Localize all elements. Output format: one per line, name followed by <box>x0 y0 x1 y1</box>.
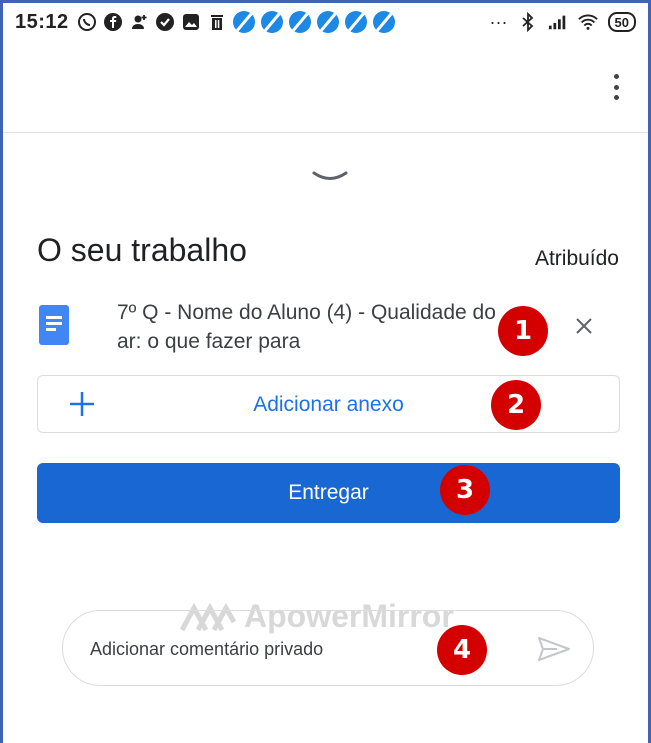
comment-placeholder: Adicionar comentário privado <box>90 639 324 659</box>
app-bar <box>3 41 648 133</box>
check-circle-icon <box>155 12 175 32</box>
annotation-badge-2: 2 <box>491 380 541 430</box>
assignment-status: Atribuído <box>534 247 619 270</box>
annotation-badge-1: 1 <box>498 306 548 356</box>
app-notification-icon <box>344 11 367 33</box>
app-notification-icon <box>372 11 395 33</box>
app-notification-icon <box>260 11 283 33</box>
more-vert-icon[interactable] <box>606 71 626 103</box>
status-time: 15:12 <box>15 10 69 33</box>
add-person-icon <box>129 12 149 32</box>
status-bar: 15:12 ··· 50 <box>3 3 648 41</box>
app-notification-icon <box>232 11 255 33</box>
whatsapp-icon <box>77 12 97 32</box>
annotation-badge-3: 3 <box>440 465 490 515</box>
annotation-badge-4: 4 <box>437 625 487 675</box>
photo-icon <box>181 12 201 32</box>
send-icon[interactable] <box>537 635 571 663</box>
collapse-chevron-icon[interactable] <box>312 170 348 184</box>
battery-indicator: 50 <box>607 12 636 32</box>
status-right: ··· 50 <box>490 12 636 33</box>
attachment-name[interactable]: 7º Q - Nome do Aluno (4) - Qualidade do … <box>117 298 497 362</box>
bluetooth-icon <box>518 12 538 32</box>
notification-icons <box>77 11 395 33</box>
private-comment-field[interactable]: Adicionar comentário privado <box>62 610 594 686</box>
remove-attachment-button[interactable] <box>572 314 596 338</box>
trash-icon <box>207 12 227 32</box>
facebook-icon <box>103 12 123 32</box>
overflow-indicator: ··· <box>489 11 508 32</box>
app-notification-icon <box>288 11 311 33</box>
page-title: O seu trabalho <box>37 232 247 268</box>
signal-icon <box>548 12 568 32</box>
app-notification-icon <box>316 11 339 33</box>
submit-button[interactable]: Entregar <box>37 463 620 523</box>
google-docs-icon <box>39 305 69 345</box>
wifi-icon <box>577 12 598 32</box>
